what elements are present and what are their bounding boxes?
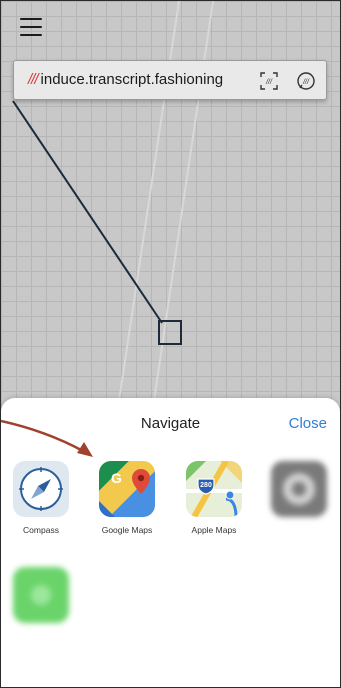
app-compass[interactable]: Compass bbox=[6, 461, 76, 535]
w3w-grid-icon[interactable]: /// bbox=[259, 71, 279, 91]
svg-text:G: G bbox=[111, 470, 122, 486]
phone-screen: ///induce.transcript.fashioning /// /// … bbox=[0, 0, 341, 688]
hamburger-menu-icon[interactable] bbox=[20, 18, 42, 36]
close-button[interactable]: Close bbox=[289, 415, 327, 432]
w3w-voice-icon[interactable]: /// bbox=[296, 71, 316, 91]
google-maps-icon: G bbox=[99, 461, 155, 517]
address-words: induce.transcript.fashioning bbox=[40, 71, 224, 88]
app-apple-maps[interactable]: 280 Apple Maps bbox=[179, 461, 249, 535]
app-blurred[interactable] bbox=[264, 461, 334, 525]
svg-text:///: /// bbox=[265, 79, 273, 86]
blurred-green-app-icon bbox=[13, 567, 69, 623]
app-blurred-green[interactable] bbox=[6, 567, 76, 631]
app-label: Google Maps bbox=[101, 525, 153, 535]
blurred-app-icon bbox=[271, 461, 327, 517]
address-text: ///induce.transcript.fashioning bbox=[28, 71, 223, 88]
compass-icon bbox=[13, 461, 69, 517]
three-word-address-bar[interactable]: ///induce.transcript.fashioning /// /// bbox=[13, 60, 327, 100]
pointer-line bbox=[12, 100, 163, 324]
app-label: Compass bbox=[23, 525, 59, 535]
app-google-maps[interactable]: G Google Maps bbox=[92, 461, 162, 535]
apple-maps-icon: 280 bbox=[186, 461, 242, 517]
app-label: Apple Maps bbox=[191, 525, 237, 535]
navigate-sheet: Navigate Close Compass G Google Maps 280… bbox=[1, 398, 340, 687]
address-slashes: /// bbox=[28, 71, 38, 88]
highway-shield-label: 280 bbox=[200, 482, 212, 489]
svg-text:///: /// bbox=[302, 79, 310, 86]
